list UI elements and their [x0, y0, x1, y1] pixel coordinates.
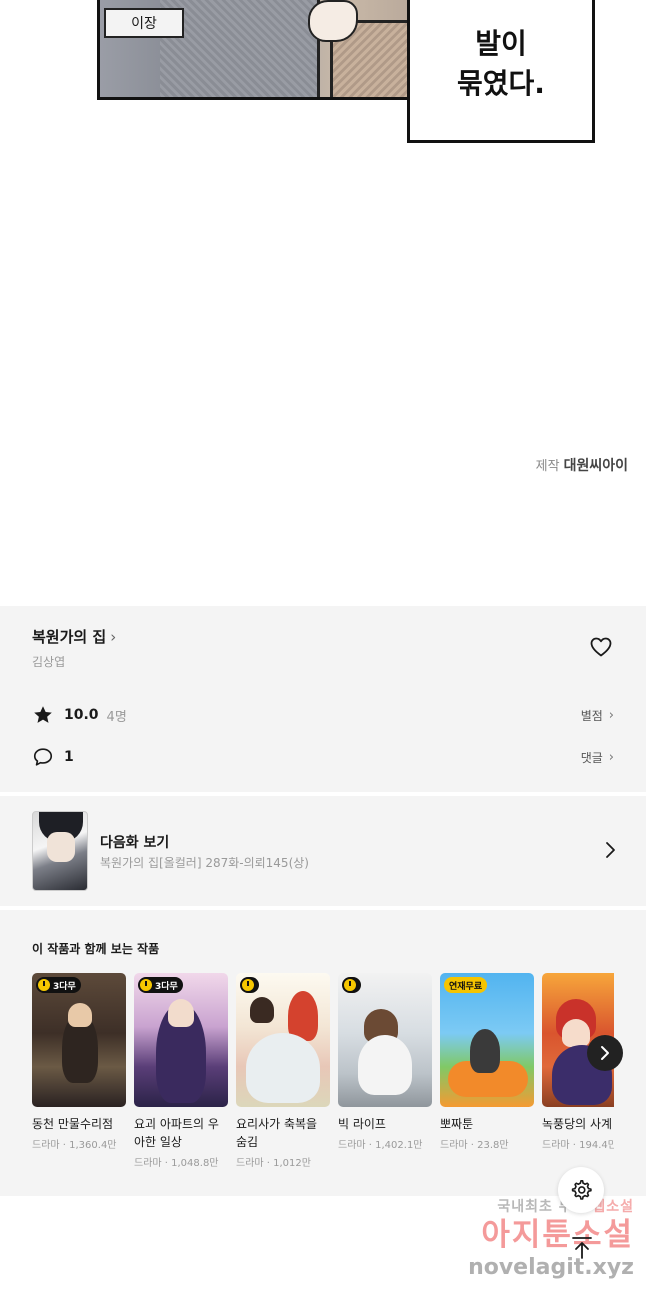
recommendation-title: 빅 라이프 — [338, 1117, 386, 1131]
wait-free-badge: 3다무 — [36, 977, 81, 993]
next-episode-label: 다음화 보기 — [100, 835, 170, 851]
settings-button[interactable] — [558, 1167, 604, 1213]
recommendation-cover: 3다무 — [32, 973, 126, 1107]
clock-icon — [242, 979, 254, 991]
comic-speech-line: 발이 — [475, 27, 527, 60]
recommendations-section: 이 작품과 함께 보는 작품 3다무 동천 만물수리점 드라마 · 1,360.… — [0, 910, 646, 1196]
series-title: 복원가의 집 — [32, 628, 107, 646]
recommendation-item[interactable]: 연재무료 뽀짜툰 드라마 · 23.8만 — [440, 973, 534, 1151]
recommendation-meta: 드라마 · 23.8만 — [440, 1140, 509, 1151]
recommendation-cover — [338, 973, 432, 1107]
comic-name-tag: 이장 — [104, 8, 184, 38]
rating-row: 10.0 4명 별점 › — [32, 702, 614, 728]
comment-icon — [33, 748, 53, 766]
comment-link[interactable]: 댓글 › — [581, 749, 614, 766]
next-episode-thumbnail — [32, 811, 88, 891]
wait-free-badge — [240, 977, 259, 993]
recommendation-item[interactable]: 빅 라이프 드라마 · 1,402.1만 — [338, 973, 432, 1151]
recommendation-item[interactable]: 요리사가 축복을 숨김 드라마 · 1,012만 — [236, 973, 330, 1169]
comment-row: 1 댓글 › — [32, 744, 614, 770]
recommendation-cover: 연재무료 — [440, 973, 534, 1107]
recommendation-meta: 드라마 · 1,360.4만 — [32, 1140, 117, 1151]
recommendation-title: 뽀짜툰 — [440, 1117, 474, 1131]
comic-character-hand — [308, 0, 358, 42]
recommendation-cover — [236, 973, 330, 1107]
free-badge: 연재무료 — [444, 977, 488, 993]
recommendation-meta: 드라마 · 1,048.8만 — [134, 1158, 219, 1169]
carousel-next-button[interactable] — [587, 1035, 623, 1071]
cover-figure — [358, 1035, 412, 1095]
chevron-right-icon: › — [608, 749, 614, 765]
series-title-link[interactable]: 복원가의 집 › — [32, 626, 116, 647]
credit-label: 제작 — [535, 459, 560, 474]
rate-link-label: 별점 — [580, 708, 603, 723]
watermark-line3: novelagit.xyz — [468, 1255, 634, 1280]
clock-icon — [38, 979, 50, 991]
recommendation-cover: 3다무 — [134, 973, 228, 1107]
recommendation-title: 동천 만물수리점 — [32, 1117, 114, 1131]
recommendation-item[interactable]: 3다무 동천 만물수리점 드라마 · 1,360.4만 — [32, 973, 126, 1151]
comment-link-label: 댓글 — [580, 750, 603, 765]
rate-link[interactable]: 별점 › — [581, 707, 614, 724]
recommendations-carousel[interactable]: 3다무 동천 만물수리점 드라마 · 1,360.4만 3다무 요괴 아파트의 … — [32, 973, 614, 1183]
clock-icon — [140, 979, 152, 991]
chevron-right-icon — [606, 842, 615, 858]
comic-speech-line: 묶였다. — [457, 67, 545, 100]
wait-free-badge — [342, 977, 361, 993]
cover-hair — [250, 997, 274, 1023]
rating-value: 10.0 — [64, 707, 99, 723]
watermark-line2: 아지툰소설 — [481, 1217, 634, 1253]
rating-count: 4명 — [106, 709, 127, 725]
recommendation-meta: 드라마 · 194.4만 — [542, 1140, 614, 1151]
comic-character-suit — [160, 0, 320, 97]
gear-icon — [571, 1180, 592, 1200]
watermark: 국내최초 무료 웹소설 아지툰소설 novelagit.xyz — [444, 1196, 634, 1282]
badge-label: 3다무 — [53, 981, 76, 992]
star-icon — [34, 706, 52, 723]
next-episode-subtitle: 복원가의 집[올컬러] 287화-의뢰145(상) — [100, 856, 309, 870]
recommendation-meta: 드라마 · 1,402.1만 — [338, 1140, 423, 1151]
recommendation-meta: 드라마 · 1,012만 — [236, 1158, 311, 1169]
cover-figure — [246, 1033, 320, 1103]
heart-icon[interactable] — [589, 635, 613, 659]
cover-figure — [470, 1029, 500, 1073]
next-episode-card[interactable]: 다음화 보기 복원가의 집[올컬러] 287화-의뢰145(상) — [0, 796, 646, 906]
comic-viewer: 이장 발이 묶였다. 제작 대원씨아이 — [0, 0, 646, 606]
chevron-right-icon: › — [110, 627, 117, 646]
recommendations-title: 이 작품과 함께 보는 작품 — [32, 942, 160, 956]
recommendation-item[interactable]: 3다무 요괴 아파트의 우아한 일상 드라마 · 1,048.8만 — [134, 973, 228, 1169]
chevron-right-icon — [601, 1046, 609, 1060]
badge-label: 3다무 — [155, 981, 178, 992]
arrow-up-icon — [572, 1237, 592, 1259]
watermark-line1: 국내최초 무료 웹소설 — [444, 1196, 634, 1216]
production-credit: 제작 대원씨아이 — [536, 455, 628, 475]
recommendation-title: 요리사가 축복을 숨김 — [236, 1117, 318, 1149]
thumbnail-face — [47, 832, 75, 862]
cover-face — [168, 999, 194, 1027]
comment-count: 1 — [64, 749, 74, 765]
cover-face — [68, 1003, 92, 1027]
recommendation-title: 요괴 아파트의 우아한 일상 — [134, 1117, 219, 1149]
recommendation-title: 녹풍당의 사계 — [542, 1117, 613, 1131]
series-info-section: 복원가의 집 › 김상엽 10.0 4명 별점 › 1 댓글 › — [0, 606, 646, 792]
wait-free-badge: 3다무 — [138, 977, 183, 993]
chevron-right-icon: › — [608, 707, 614, 723]
scroll-top-button[interactable] — [562, 1228, 602, 1268]
series-author[interactable]: 김상엽 — [32, 653, 65, 670]
clock-icon — [344, 979, 356, 991]
comic-speech-box: 발이 묶였다. — [407, 0, 595, 143]
credit-studio: 대원씨아이 — [563, 458, 628, 474]
cover-face — [562, 1019, 590, 1047]
